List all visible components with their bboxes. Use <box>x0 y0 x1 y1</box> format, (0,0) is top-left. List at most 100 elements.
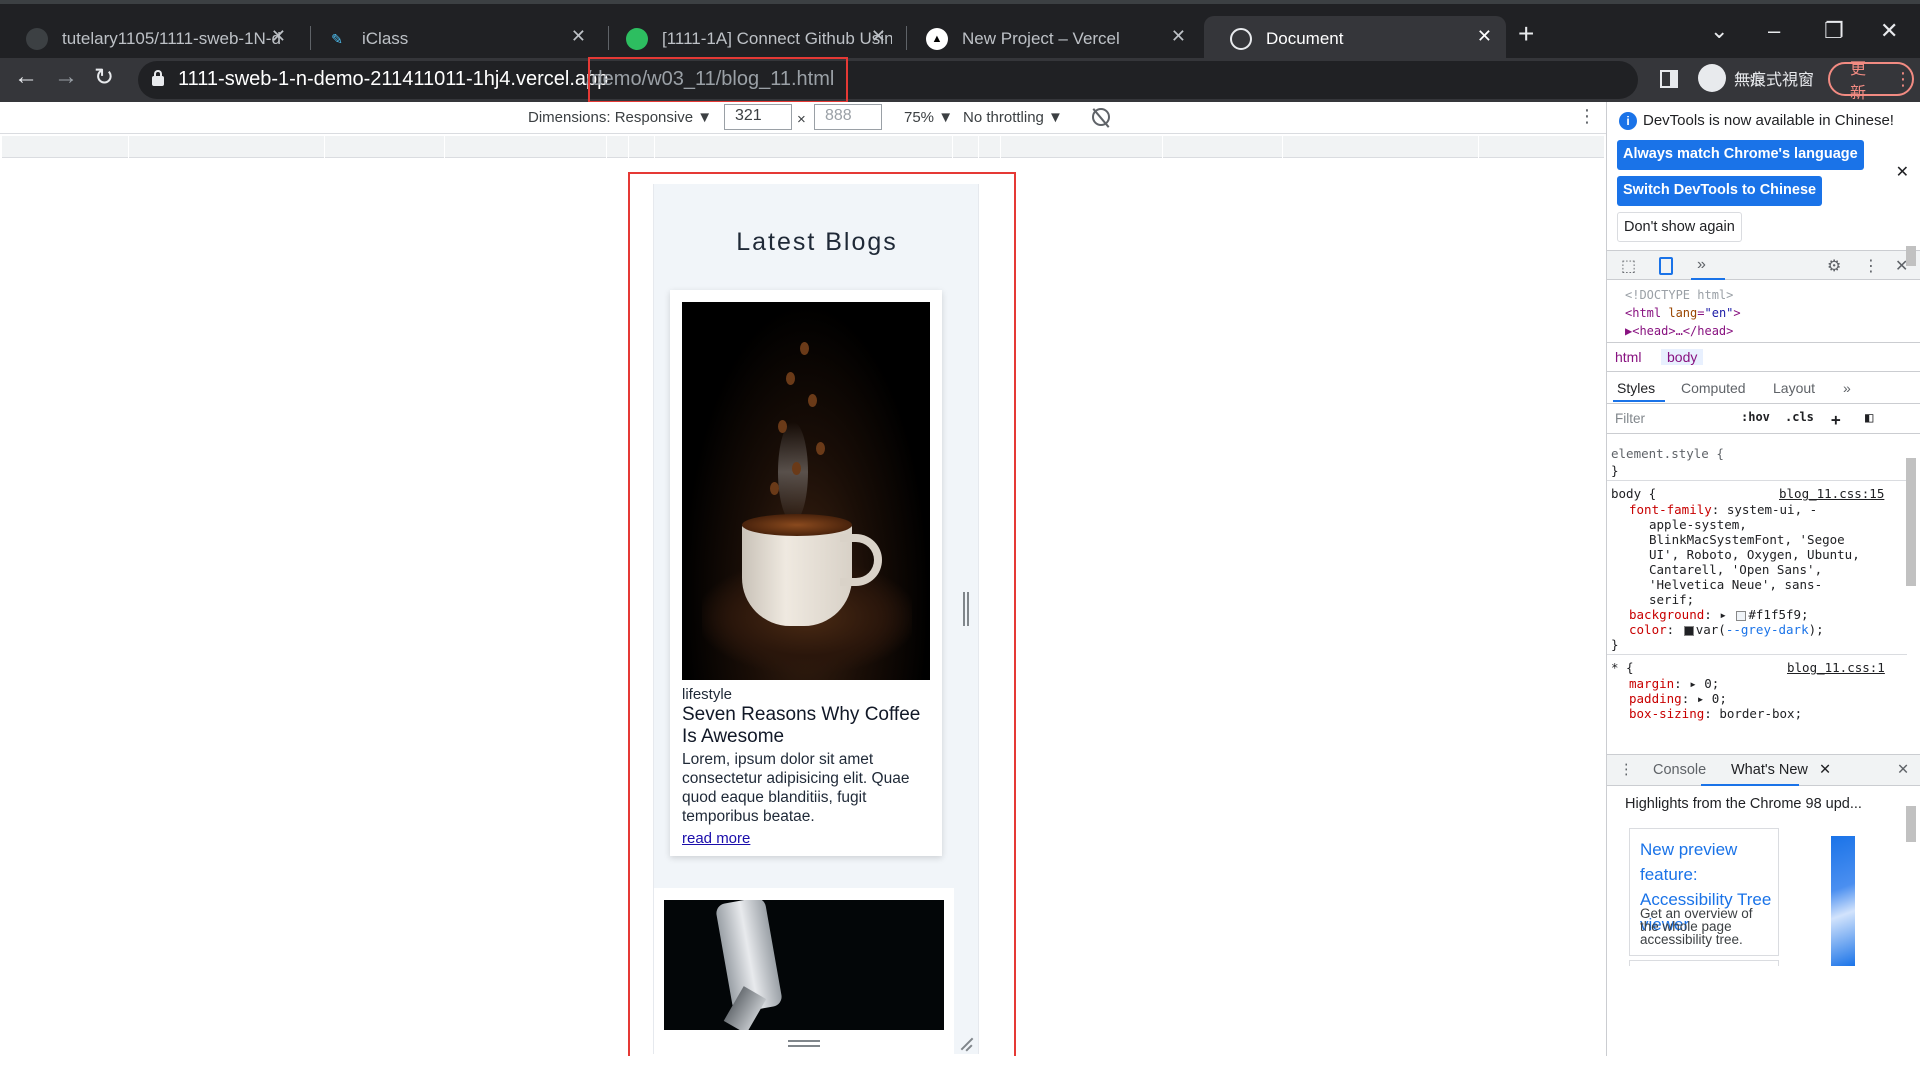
close-tab-icon[interactable]: ✕ <box>1477 26 1492 47</box>
post-excerpt: Lorem, ipsum dolor sit amet consectetur … <box>682 751 910 825</box>
infobar-close-icon[interactable]: ✕ <box>1896 162 1909 182</box>
blog-card: lifestyle Seven Reasons Why Coffee Is Aw… <box>670 290 942 856</box>
new-tab-button[interactable]: + <box>1518 18 1534 50</box>
tab-search-icon[interactable]: ⌄ <box>1710 18 1728 44</box>
whats-new-card[interactable]: New preview feature: Accessibility Tree … <box>1629 828 1779 956</box>
close-tab-icon[interactable]: ✕ <box>271 26 286 47</box>
zoom-dropdown[interactable]: 75% ▼ <box>904 109 953 126</box>
whats-new-card[interactable] <box>1629 960 1779 966</box>
tab-document[interactable]: Document ✕ <box>1204 16 1506 62</box>
close-tab-icon[interactable]: ✕ <box>571 26 586 47</box>
settings-gear-icon[interactable]: ⚙ <box>1827 256 1841 276</box>
restore-icon[interactable]: ❐ <box>1824 18 1844 44</box>
tab-github[interactable]: tutelary1105/1111-sweb-1N-d ✕ <box>0 16 300 62</box>
tab-evernote[interactable]: [1111-1A] Connect Github Usin ✕ <box>600 16 900 62</box>
head-node[interactable]: ▶<head>…</head> <box>1625 324 1733 338</box>
post-tag: lifestyle <box>682 686 733 703</box>
info-icon: i <box>1619 112 1637 130</box>
styles-filter-row: Filter :hov .cls + ◧ <box>1607 404 1920 434</box>
filter-input[interactable]: Filter <box>1615 411 1645 426</box>
tab-strip: tutelary1105/1111-sweb-1N-d ✕ ✎ iClass ✕… <box>0 0 1920 62</box>
reload-icon[interactable]: ↻ <box>94 63 114 92</box>
minimize-icon[interactable]: – <box>1768 18 1780 44</box>
back-icon[interactable]: ← <box>14 63 38 91</box>
device-viewport: Latest Blogs lifestyle Seven Reasons Why… <box>653 184 979 1054</box>
drawer-tabbar: ⋮ Console What's New ✕ ✕ <box>1607 754 1920 786</box>
infobar-text: DevTools is now available in Chinese! <box>1643 112 1894 129</box>
chess-piece-photo <box>664 900 944 1030</box>
url-host: 1111-sweb-1-n-demo-211411011-1hj4.vercel… <box>178 68 609 90</box>
resize-handle-corner[interactable] <box>959 1036 975 1052</box>
rotate-icon[interactable] <box>1092 108 1110 126</box>
resize-handle-bottom[interactable] <box>788 1040 820 1047</box>
match-language-button[interactable]: Always match Chrome's language <box>1617 140 1864 170</box>
crumb-body[interactable]: body <box>1661 349 1704 365</box>
post-title: Seven Reasons Why Coffee Is Awesome <box>682 704 921 747</box>
width-input[interactable]: 321 <box>724 104 792 130</box>
color-swatch[interactable] <box>1736 610 1747 621</box>
styles-scrollbar[interactable] <box>1906 458 1916 586</box>
devtools-toolbar: ⬚ » ⚙ ⋮ ✕ <box>1607 250 1920 280</box>
device-toggle-icon[interactable] <box>1659 257 1673 275</box>
device-toolbar: Dimensions: Responsive ▼ 321 × 888 75% ▼… <box>0 102 1606 134</box>
switch-chinese-button[interactable]: Switch DevTools to Chinese <box>1617 176 1823 206</box>
page-bottom <box>0 1056 1920 1080</box>
dimensions-dropdown[interactable]: Dimensions: Responsive ▼ <box>528 109 712 126</box>
tab-iclass[interactable]: ✎ iClass ✕ <box>300 16 600 62</box>
menu-icon: ⋮ <box>1894 68 1912 89</box>
forward-icon[interactable]: → <box>54 63 78 91</box>
coffee-cup-photo <box>682 302 930 680</box>
iclass-icon: ✎ <box>331 30 343 47</box>
close-tab-icon[interactable]: ✕ <box>1171 26 1186 47</box>
crumb-html[interactable]: html <box>1615 349 1641 365</box>
tab-console[interactable]: Console <box>1653 762 1706 778</box>
more-tabs-icon[interactable]: » <box>1843 380 1851 396</box>
elements-scrollbar[interactable] <box>1906 246 1916 266</box>
inspect-element-icon[interactable]: ⬚ <box>1621 256 1636 276</box>
evernote-icon <box>626 28 648 50</box>
drawer-scrollbar[interactable] <box>1906 806 1916 842</box>
side-panel-icon[interactable] <box>1660 70 1678 88</box>
read-more-link[interactable]: read more <box>682 830 750 847</box>
blog-card <box>654 888 954 1054</box>
language-infobar: i DevTools is now available in Chinese! … <box>1607 102 1920 246</box>
tab-computed[interactable]: Computed <box>1681 380 1746 396</box>
incognito-indicator[interactable]: 無痕式視窗 <box>1698 64 1814 92</box>
dont-show-again-button[interactable]: Don't show again <box>1617 212 1742 242</box>
tab-styles[interactable]: Styles <box>1617 380 1655 396</box>
devtools-panel: i DevTools is now available in Chinese! … <box>1606 102 1920 1056</box>
styles-pane[interactable]: element.style { } body { blog_11.css:15 … <box>1607 436 1907 752</box>
css-source-link[interactable]: blog_11.css:15 <box>1779 486 1884 501</box>
device-options-icon[interactable]: ⋮ <box>1578 106 1596 127</box>
more-panels-icon[interactable]: » <box>1697 256 1706 274</box>
height-input[interactable]: 888 <box>814 104 882 130</box>
media-query-ruler[interactable] <box>2 136 1604 158</box>
close-whats-new-icon[interactable]: ✕ <box>1819 762 1831 778</box>
globe-icon <box>1230 28 1252 50</box>
update-button[interactable]: 更新 ⋮ <box>1828 61 1914 102</box>
cls-toggle[interactable]: .cls <box>1785 410 1814 424</box>
whats-new-card-desc: Get an overview of the whole page access… <box>1640 906 1753 947</box>
css-source-link[interactable]: blog_11.css:1 <box>1787 660 1885 675</box>
devtools-menu-icon[interactable]: ⋮ <box>1863 256 1879 276</box>
tab-vercel[interactable]: ▲ New Project – Vercel ✕ <box>900 16 1200 62</box>
throttling-dropdown[interactable]: No throttling ▼ <box>963 109 1063 126</box>
breadcrumb: html body <box>1607 342 1920 372</box>
tab-whats-new[interactable]: What's New <box>1731 762 1808 778</box>
address-bar[interactable]: 1111-sweb-1-n-demo-211411011-1hj4.vercel… <box>138 61 1766 99</box>
tab-layout[interactable]: Layout <box>1773 380 1815 396</box>
lock-icon <box>152 70 164 86</box>
sidebar-toggle-icon[interactable]: ◧ <box>1865 410 1873 426</box>
window-close-icon[interactable]: ✕ <box>1880 18 1898 44</box>
new-rule-icon[interactable]: + <box>1831 410 1841 429</box>
drawer-menu-icon[interactable]: ⋮ <box>1619 762 1634 778</box>
drawer-close-icon[interactable]: ✕ <box>1897 762 1909 778</box>
incognito-icon <box>1698 64 1726 92</box>
hov-toggle[interactable]: :hov <box>1741 410 1770 424</box>
close-tab-icon[interactable]: ✕ <box>871 26 886 47</box>
html-node[interactable]: <html lang="en"> <box>1625 306 1741 320</box>
color-swatch[interactable] <box>1683 625 1694 636</box>
resize-handle-right[interactable] <box>963 592 969 626</box>
elements-tree[interactable]: <!DOCTYPE html> <html lang="en"> ▶<head>… <box>1607 282 1907 338</box>
vercel-icon: ▲ <box>926 28 948 50</box>
